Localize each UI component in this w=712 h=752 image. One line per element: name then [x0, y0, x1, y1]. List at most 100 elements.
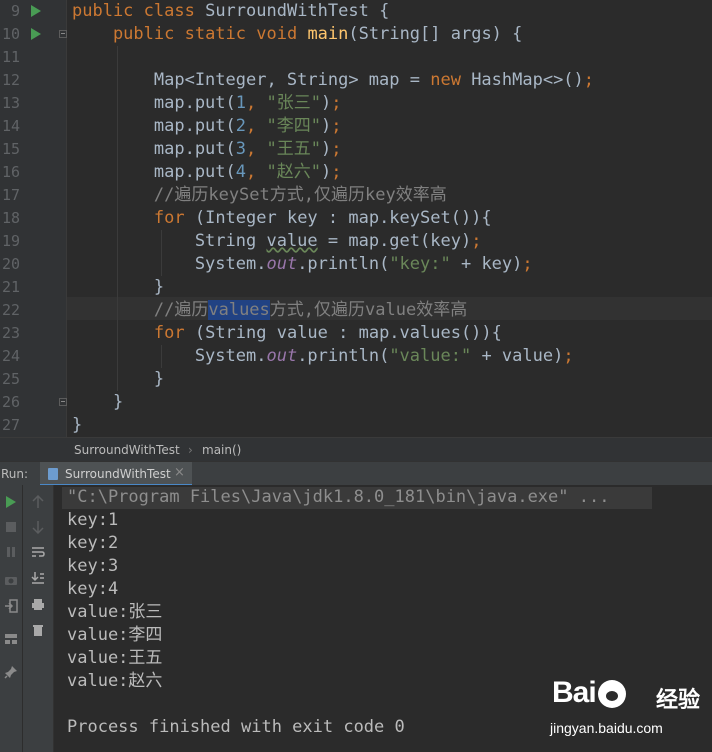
code-token: (String value : map.values()){ [194, 323, 502, 343]
code-token: new [430, 70, 472, 90]
console-line: value:张三 [67, 602, 163, 622]
run-class-icon[interactable] [31, 5, 41, 17]
code-token: SurroundWithTest { [205, 1, 390, 21]
breadcrumb-class[interactable]: SurroundWithTest [74, 443, 180, 457]
line-number: 15 [1, 140, 20, 158]
camera-icon[interactable] [2, 571, 20, 589]
code-token: "张三" [266, 93, 321, 113]
code-token: 2 [235, 116, 247, 136]
code-token: "key:" [389, 254, 451, 274]
line-number: 20 [1, 255, 20, 273]
code-token: 3 [235, 139, 247, 159]
console-line: value:王五 [67, 648, 163, 668]
code-token: value [266, 231, 318, 251]
line-number: 17 [1, 186, 20, 204]
line-number: 18 [1, 209, 20, 227]
code-token: for [153, 208, 195, 228]
code-line: map.put(1, "张三"); [72, 92, 342, 115]
stop-icon[interactable] [2, 518, 20, 536]
code-token: ; [331, 116, 342, 136]
pin-icon[interactable] [2, 663, 20, 681]
ide-window: 9 10 11 12 13 14 15 16 17 18 19 20 21 22 23 24 25 26 27 pu… [0, 0, 712, 752]
console-line: key:4 [67, 579, 119, 599]
code-token: } [72, 415, 83, 435]
code-line: public static void main(String[] args) { [72, 23, 522, 46]
code-token: , [246, 93, 267, 113]
code-token: ; [471, 231, 482, 251]
run-tool-window-header: Run: SurroundWithTest × [0, 461, 712, 486]
run-toolbar-left [0, 485, 23, 752]
breadcrumb-separator-icon: › [188, 443, 193, 457]
code-token: } [72, 369, 165, 389]
fold-marker-icon[interactable] [59, 398, 67, 406]
code-line: for (String value : map.values()){ [72, 322, 502, 345]
console-line: key:3 [67, 556, 119, 576]
console-line: Process finished with exit code 0 [67, 717, 405, 737]
code-token: , [246, 162, 267, 182]
code-token: ) [320, 93, 332, 113]
layout-icon[interactable] [2, 630, 20, 648]
watermark-logo: Bai [552, 676, 628, 710]
line-number: 22 [1, 301, 20, 319]
code-token: ; [331, 162, 342, 182]
code-line: for (Integer key : map.keySet()){ [72, 207, 492, 230]
code-token: void [256, 24, 308, 44]
code-token: 1 [235, 93, 247, 113]
breadcrumb: SurroundWithTest › main() [0, 437, 712, 462]
code-token: //遍历 [72, 300, 209, 320]
close-tab-icon[interactable]: × [174, 465, 185, 480]
console-line: key:2 [67, 533, 119, 553]
pause-icon[interactable] [2, 543, 20, 561]
code-token: .println( [297, 346, 390, 366]
run-tab[interactable]: SurroundWithTest × [40, 462, 192, 486]
code-token: ; [331, 139, 342, 159]
paw-icon [597, 680, 626, 709]
code-token: out [266, 254, 298, 274]
run-toolbar-right [23, 485, 54, 752]
console-line: key:1 [67, 510, 119, 530]
scroll-to-end-icon[interactable] [29, 569, 47, 587]
code-token: "李四" [266, 116, 321, 136]
code-line: map.put(4, "赵六"); [72, 161, 342, 184]
login-icon[interactable] [2, 597, 20, 615]
fold-marker-icon[interactable] [59, 30, 67, 38]
line-number: 19 [1, 232, 20, 250]
code-token: "value:" [389, 346, 472, 366]
code-token: ; [583, 70, 595, 90]
soft-wrap-icon[interactable] [29, 543, 47, 561]
rerun-icon[interactable] [2, 493, 20, 511]
code-token: = map.get(key) [317, 231, 472, 251]
code-line: } [72, 414, 82, 437]
code-token: for [153, 323, 195, 343]
trash-icon[interactable] [29, 621, 47, 639]
code-token: public [72, 1, 144, 21]
watermark-url: jingyan.baidu.com [550, 720, 663, 736]
code-token: + key) [450, 254, 523, 274]
run-main-icon[interactable] [31, 28, 41, 40]
code-token: (String[] args) { [348, 24, 523, 44]
code-editor[interactable]: 9 10 11 12 13 14 15 16 17 18 19 20 21 22 23 24 25 26 27 pu… [0, 0, 712, 437]
code-line: Map<Integer, String> map = new HashMap<>… [72, 69, 594, 92]
code-token: System. [72, 346, 267, 366]
code-line: //遍历keySet方式,仅遍历key效率高 [72, 184, 447, 207]
code-token: Map<Integer, String> map = [72, 70, 431, 90]
breadcrumb-method[interactable]: main() [202, 443, 241, 457]
code-line: public class SurroundWithTest { [72, 0, 389, 23]
code-token: , [246, 116, 267, 136]
code-token: static [184, 24, 257, 44]
run-label: Run: [1, 467, 29, 481]
down-arrow-icon[interactable] [29, 518, 47, 536]
code-token: (Integer key : map.keySet()){ [194, 208, 492, 228]
line-number: 23 [1, 324, 20, 342]
up-arrow-icon[interactable] [29, 493, 47, 511]
code-token: ) [320, 139, 332, 159]
line-number: 10 [1, 25, 20, 43]
code-token: out [266, 346, 298, 366]
code-token: .println( [297, 254, 390, 274]
code-token: System. [72, 254, 267, 274]
code-token: ; [522, 254, 533, 274]
code-token: "王五" [266, 139, 321, 159]
print-icon[interactable] [29, 595, 47, 613]
code-token: HashMap<>() [471, 70, 584, 90]
